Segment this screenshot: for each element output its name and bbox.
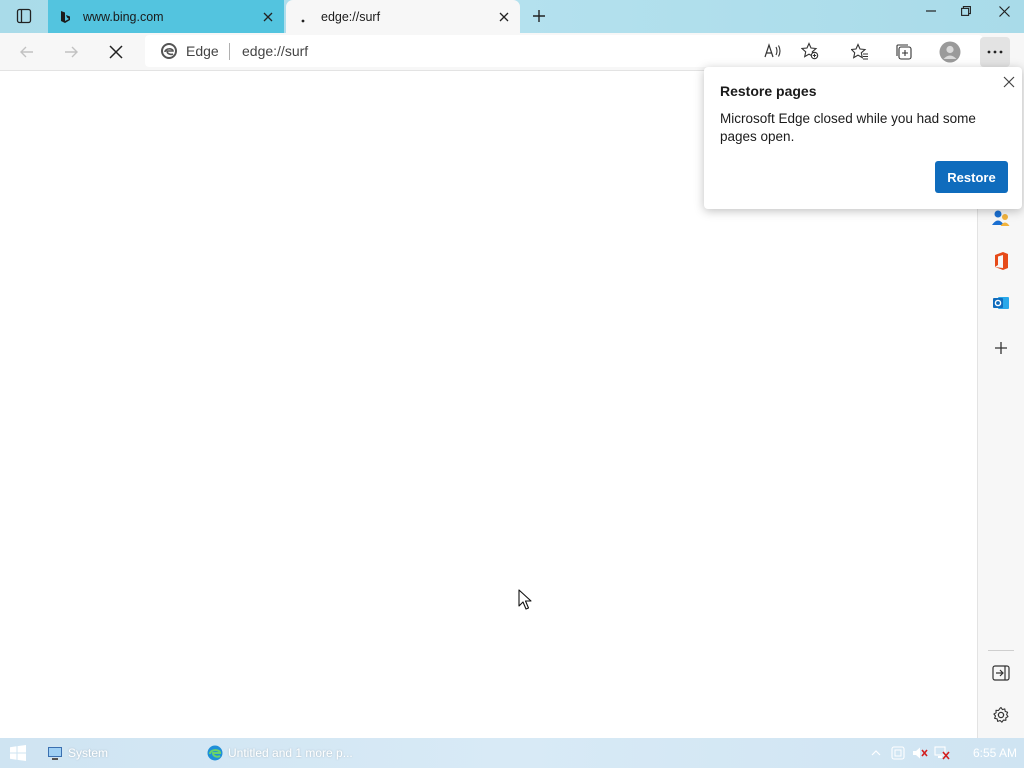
hide-sidebar-button[interactable] bbox=[988, 660, 1014, 686]
new-tab-button[interactable] bbox=[528, 5, 550, 27]
office-icon bbox=[995, 252, 1008, 270]
profile-avatar-icon bbox=[939, 41, 961, 63]
taskbar-item-label: Untitled and 1 more p... bbox=[228, 746, 353, 760]
restore-icon bbox=[961, 6, 971, 16]
restore-pages-popup: Restore pages Microsoft Edge closed whil… bbox=[704, 67, 1022, 209]
edge-logo-icon bbox=[161, 43, 177, 59]
add-favorite-button[interactable] bbox=[797, 38, 823, 64]
settings-icon bbox=[993, 706, 1009, 723]
close-icon bbox=[998, 5, 1010, 17]
forward-arrow-icon bbox=[65, 46, 78, 58]
back-arrow-icon bbox=[20, 46, 33, 58]
add-icon bbox=[995, 342, 1007, 354]
tab-title: edge://surf bbox=[321, 9, 381, 24]
site-identity-label: Edge bbox=[186, 43, 219, 59]
restore-button[interactable] bbox=[947, 0, 985, 22]
stop-x-icon bbox=[109, 45, 123, 59]
taskbar-item-system[interactable]: System bbox=[47, 744, 108, 762]
favorites-icon bbox=[851, 43, 868, 60]
favorites-button[interactable] bbox=[845, 37, 875, 67]
outlook-icon bbox=[993, 297, 1009, 309]
edge-icon bbox=[207, 745, 223, 761]
chevron-up-icon[interactable] bbox=[868, 745, 884, 761]
network-icon[interactable] bbox=[890, 745, 906, 761]
taskbar-item-label: System bbox=[68, 746, 109, 760]
popup-close-button[interactable] bbox=[1000, 73, 1018, 91]
system-icon bbox=[48, 747, 62, 760]
close-icon bbox=[263, 12, 273, 21]
sidebar-item-office[interactable] bbox=[988, 248, 1014, 274]
loading-icon bbox=[295, 9, 311, 25]
read-aloud-icon bbox=[764, 43, 781, 58]
hide-sidebar-icon bbox=[992, 665, 1010, 681]
sidebar-item-outlook[interactable] bbox=[988, 290, 1014, 316]
tab-bing[interactable]: www.bing.com bbox=[48, 0, 284, 33]
tab-actions-button[interactable] bbox=[6, 5, 42, 27]
mouse-cursor-icon bbox=[518, 589, 532, 610]
people-icon bbox=[992, 210, 1010, 226]
more-button[interactable] bbox=[980, 37, 1010, 67]
profile-button[interactable] bbox=[935, 37, 965, 67]
restore-button[interactable]: Restore bbox=[935, 161, 1008, 193]
tab-close-button[interactable] bbox=[258, 7, 278, 27]
network-disconnected-icon[interactable] bbox=[934, 745, 950, 761]
sidebar-settings-button[interactable] bbox=[988, 702, 1014, 728]
bing-favicon bbox=[57, 9, 73, 25]
plus-icon bbox=[533, 10, 545, 22]
volume-muted-icon[interactable] bbox=[912, 745, 928, 761]
tab-title: www.bing.com bbox=[83, 9, 164, 24]
collections-icon bbox=[896, 44, 912, 60]
popup-title: Restore pages bbox=[720, 83, 817, 99]
sidebar-add-button[interactable] bbox=[988, 335, 1014, 361]
toolbar: Edge edge://surf bbox=[0, 33, 1024, 71]
system-tray bbox=[862, 744, 950, 762]
popup-message: Microsoft Edge closed while you had some… bbox=[720, 111, 976, 144]
window-close-button[interactable] bbox=[985, 0, 1023, 22]
star-add-icon bbox=[801, 42, 819, 60]
tab-strip: www.bing.com edge://surf bbox=[0, 0, 1024, 33]
more-dots-icon bbox=[987, 50, 1003, 54]
back-button[interactable] bbox=[12, 37, 42, 67]
address-divider bbox=[229, 43, 230, 60]
close-icon bbox=[1003, 76, 1015, 88]
read-aloud-button[interactable] bbox=[760, 38, 786, 64]
taskbar: System Untitled and 1 more p... 6:55 AM bbox=[0, 738, 1024, 768]
close-icon bbox=[499, 12, 509, 21]
taskbar-item-edge[interactable]: Untitled and 1 more p... bbox=[207, 744, 353, 762]
tab-surf[interactable]: edge://surf bbox=[286, 0, 520, 33]
sidebar-divider bbox=[988, 650, 1014, 651]
windows-start-icon[interactable] bbox=[10, 745, 26, 761]
collections-button[interactable] bbox=[889, 37, 919, 67]
minimize-button[interactable] bbox=[912, 0, 950, 22]
url-text[interactable]: edge://surf bbox=[242, 43, 308, 59]
minimize-icon bbox=[926, 10, 936, 12]
tab-close-button[interactable] bbox=[494, 7, 514, 27]
tab-actions-icon bbox=[16, 8, 32, 24]
taskbar-clock[interactable]: 6:55 AM bbox=[973, 746, 1017, 760]
stop-button[interactable] bbox=[101, 37, 131, 67]
forward-button[interactable] bbox=[56, 37, 86, 67]
